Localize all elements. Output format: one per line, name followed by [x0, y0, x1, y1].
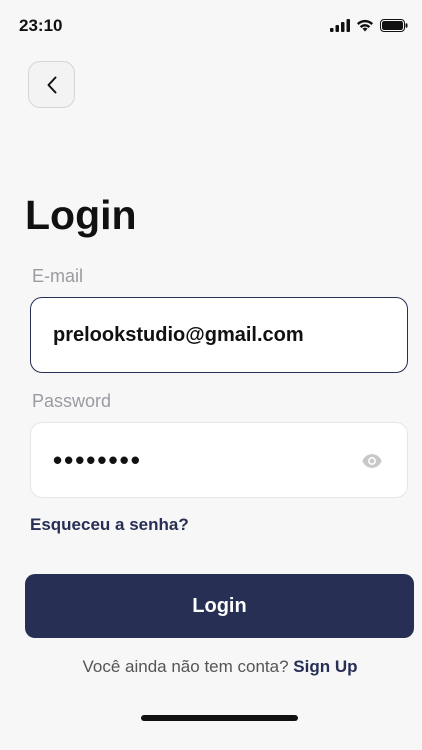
- eye-icon[interactable]: [361, 450, 383, 472]
- login-button[interactable]: Login: [25, 574, 414, 638]
- email-label: E-mail: [32, 266, 84, 286]
- password-field[interactable]: [31, 423, 407, 497]
- email-field[interactable]: [31, 298, 407, 372]
- forgot-password-link[interactable]: Esqueceu a senha?: [30, 515, 189, 535]
- signup-row: Você ainda não tem conta? Sign Up: [0, 657, 422, 677]
- page-title: Login: [25, 192, 137, 238]
- chevron-left-icon: [47, 76, 56, 93]
- email-field-container: [30, 297, 408, 373]
- password-label: Password: [32, 391, 112, 411]
- signup-prompt: Você ainda não tem conta?: [82, 657, 289, 676]
- home-indicator[interactable]: [141, 715, 298, 721]
- battery-icon: [380, 18, 408, 32]
- login-screen: 23:10 Login E-mail Password: [0, 0, 422, 750]
- status-icons: [330, 18, 408, 32]
- signup-link[interactable]: Sign Up: [293, 657, 357, 676]
- back-button[interactable]: [28, 61, 75, 108]
- signal-icon: [330, 18, 350, 32]
- password-field-container: [30, 422, 408, 498]
- status-time: 23:10: [19, 16, 63, 35]
- wifi-icon: [357, 19, 373, 32]
